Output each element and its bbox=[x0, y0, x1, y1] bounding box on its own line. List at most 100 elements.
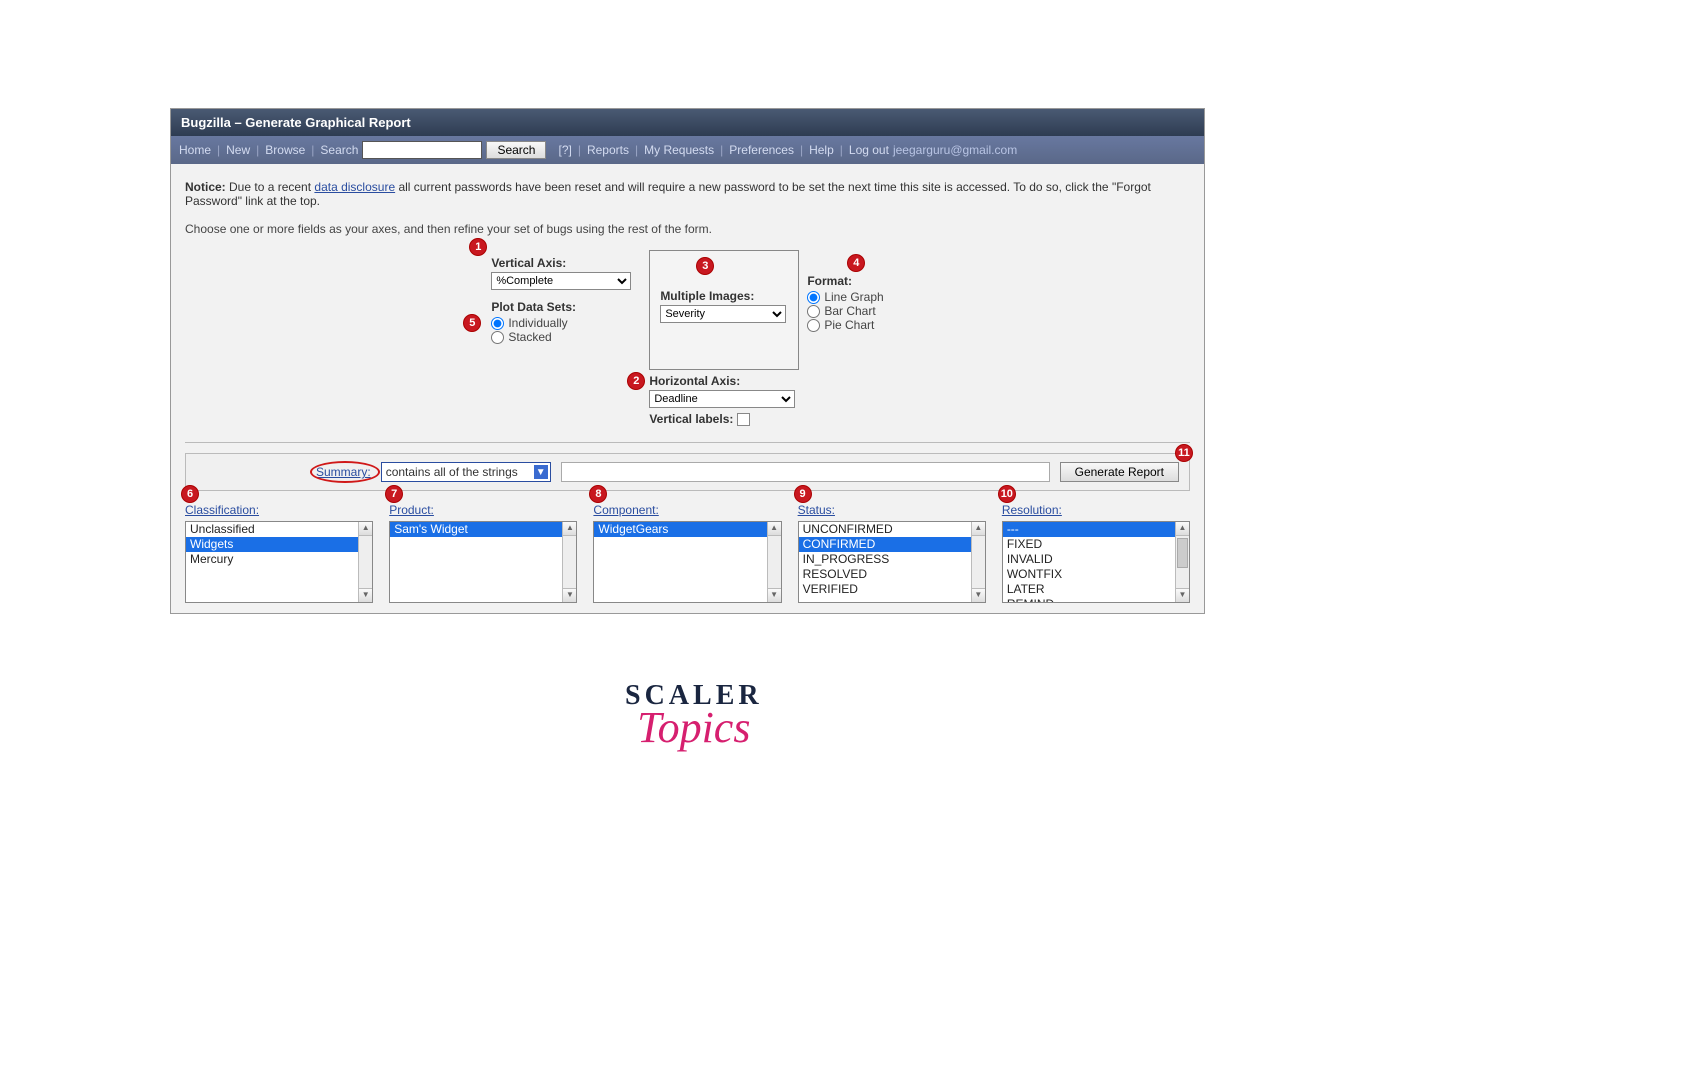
component-listbox[interactable]: WidgetGears ▲▼ bbox=[593, 521, 781, 603]
scrollbar[interactable]: ▲▼ bbox=[767, 522, 781, 602]
horizontal-axis-label: Horizontal Axis: bbox=[649, 374, 799, 388]
annotation-badge-1: 1 bbox=[469, 238, 487, 256]
app-window: Bugzilla – Generate Graphical Report Hom… bbox=[170, 108, 1205, 614]
vertical-axis-label: Vertical Axis: bbox=[491, 256, 641, 270]
summary-operator-select[interactable]: contains all of the strings ▼ bbox=[381, 462, 551, 482]
classification-header[interactable]: Classification: bbox=[185, 503, 373, 517]
multiple-images-select[interactable]: Severity bbox=[660, 305, 786, 323]
divider bbox=[185, 442, 1190, 443]
plot-individually-radio[interactable] bbox=[491, 317, 504, 330]
list-item[interactable]: Mercury bbox=[186, 552, 372, 567]
nav-help[interactable]: Help bbox=[809, 143, 834, 157]
list-item[interactable]: RESOLVED bbox=[799, 567, 985, 582]
scroll-up-icon[interactable]: ▲ bbox=[972, 522, 985, 536]
format-pie-label: Pie Chart bbox=[824, 318, 874, 332]
nav-home[interactable]: Home bbox=[179, 143, 211, 157]
list-item[interactable]: Sam's Widget bbox=[390, 522, 576, 537]
list-item[interactable]: REMIND bbox=[1003, 597, 1189, 603]
annotation-badge-6: 6 bbox=[181, 485, 199, 503]
scroll-down-icon[interactable]: ▼ bbox=[563, 588, 576, 602]
annotation-badge-7: 7 bbox=[385, 485, 403, 503]
status-header[interactable]: Status: bbox=[798, 503, 986, 517]
multiple-images-box: 3 Multiple Images: Severity bbox=[649, 250, 799, 370]
scroll-up-icon[interactable]: ▲ bbox=[1176, 522, 1189, 536]
list-item[interactable]: FIXED bbox=[1003, 537, 1189, 552]
plot-individually-label: Individually bbox=[508, 316, 567, 330]
list-item[interactable]: UNCONFIRMED bbox=[799, 522, 985, 537]
list-item[interactable]: Widgets bbox=[186, 537, 372, 552]
axes-config-row: 1 Vertical Axis: %Complete Plot Data Set… bbox=[185, 250, 1190, 426]
scroll-down-icon[interactable]: ▼ bbox=[359, 588, 372, 602]
nav-new[interactable]: New bbox=[226, 143, 250, 157]
list-item[interactable]: --- bbox=[1003, 522, 1189, 537]
window-titlebar: Bugzilla – Generate Graphical Report bbox=[171, 109, 1204, 136]
multiple-images-label: Multiple Images: bbox=[660, 289, 788, 303]
scroll-down-icon[interactable]: ▼ bbox=[972, 588, 985, 602]
list-item[interactable]: WidgetGears bbox=[594, 522, 780, 537]
nav-user-email: jeegarguru@gmail.com bbox=[893, 143, 1017, 157]
status-listbox[interactable]: UNCONFIRMED CONFIRMED IN_PROGRESS RESOLV… bbox=[798, 521, 986, 603]
nav-search-input[interactable] bbox=[362, 141, 482, 159]
format-bar-radio[interactable] bbox=[807, 305, 820, 318]
notice-link[interactable]: data disclosure bbox=[314, 180, 395, 194]
plot-data-sets-label: Plot Data Sets: bbox=[491, 300, 641, 314]
plot-stacked-radio[interactable] bbox=[491, 331, 504, 344]
nav-logout[interactable]: Log out bbox=[849, 143, 889, 157]
scroll-up-icon[interactable]: ▲ bbox=[563, 522, 576, 536]
content-area: Notice: Due to a recent data disclosure … bbox=[171, 164, 1204, 613]
component-header[interactable]: Component: bbox=[593, 503, 781, 517]
scroll-down-icon[interactable]: ▼ bbox=[1176, 588, 1189, 602]
nav-preferences[interactable]: Preferences bbox=[729, 143, 794, 157]
annotation-badge-11: 11 bbox=[1175, 444, 1193, 462]
annotation-badge-10: 10 bbox=[998, 485, 1016, 503]
scrollbar[interactable]: ▲▼ bbox=[971, 522, 985, 602]
format-bar-label: Bar Chart bbox=[824, 304, 875, 318]
format-label: Format: bbox=[807, 274, 852, 288]
format-pie-radio[interactable] bbox=[807, 319, 820, 332]
watermark-logo: SCALER Topics bbox=[625, 680, 763, 753]
dropdown-arrow-icon: ▼ bbox=[534, 465, 548, 479]
annotation-badge-9: 9 bbox=[794, 485, 812, 503]
nav-my-requests[interactable]: My Requests bbox=[644, 143, 714, 157]
nav-search-button[interactable]: Search bbox=[486, 141, 546, 159]
summary-field-link[interactable]: Summary: bbox=[316, 465, 371, 479]
nav-help-q[interactable]: [?] bbox=[558, 143, 571, 157]
classification-listbox[interactable]: Unclassified Widgets Mercury ▲▼ bbox=[185, 521, 373, 603]
notice-text-pre: Due to a recent bbox=[229, 180, 314, 194]
scrollbar-thumb[interactable] bbox=[1177, 538, 1188, 568]
list-item[interactable]: IN_PROGRESS bbox=[799, 552, 985, 567]
scroll-down-icon[interactable]: ▼ bbox=[768, 588, 781, 602]
horizontal-axis-select[interactable]: Deadline bbox=[649, 390, 795, 408]
scroll-up-icon[interactable]: ▲ bbox=[768, 522, 781, 536]
resolution-header[interactable]: Resolution: bbox=[1002, 503, 1190, 517]
plot-stacked-label: Stacked bbox=[508, 330, 551, 344]
list-item[interactable]: Unclassified bbox=[186, 522, 372, 537]
annotation-badge-8: 8 bbox=[589, 485, 607, 503]
product-header[interactable]: Product: bbox=[389, 503, 577, 517]
summary-value-input[interactable] bbox=[561, 462, 1050, 482]
notice-banner: Notice: Due to a recent data disclosure … bbox=[185, 180, 1190, 208]
notice-label: Notice: bbox=[185, 180, 226, 194]
scroll-up-icon[interactable]: ▲ bbox=[359, 522, 372, 536]
nav-browse[interactable]: Browse bbox=[265, 143, 305, 157]
resolution-listbox[interactable]: --- FIXED INVALID WONTFIX LATER REMIND ▲… bbox=[1002, 521, 1190, 603]
list-item[interactable]: CONFIRMED bbox=[799, 537, 985, 552]
format-line-radio[interactable] bbox=[807, 291, 820, 304]
list-item[interactable]: LATER bbox=[1003, 582, 1189, 597]
list-item[interactable]: VERIFIED bbox=[799, 582, 985, 597]
generate-report-button[interactable]: Generate Report bbox=[1060, 462, 1179, 482]
vertical-labels-label: Vertical labels: bbox=[649, 412, 733, 426]
vertical-axis-select[interactable]: %Complete bbox=[491, 272, 631, 290]
annotation-badge-5: 5 bbox=[463, 314, 481, 332]
list-item[interactable]: INVALID bbox=[1003, 552, 1189, 567]
list-item[interactable]: WONTFIX bbox=[1003, 567, 1189, 582]
nav-reports[interactable]: Reports bbox=[587, 143, 629, 157]
scrollbar[interactable]: ▲▼ bbox=[1175, 522, 1189, 602]
instruction-text: Choose one or more fields as your axes, … bbox=[185, 222, 1190, 236]
scrollbar[interactable]: ▲▼ bbox=[562, 522, 576, 602]
annotation-badge-2: 2 bbox=[627, 372, 645, 390]
vertical-labels-checkbox[interactable] bbox=[737, 413, 750, 426]
scrollbar[interactable]: ▲▼ bbox=[358, 522, 372, 602]
nav-search[interactable]: Search bbox=[320, 143, 358, 157]
product-listbox[interactable]: Sam's Widget ▲▼ bbox=[389, 521, 577, 603]
